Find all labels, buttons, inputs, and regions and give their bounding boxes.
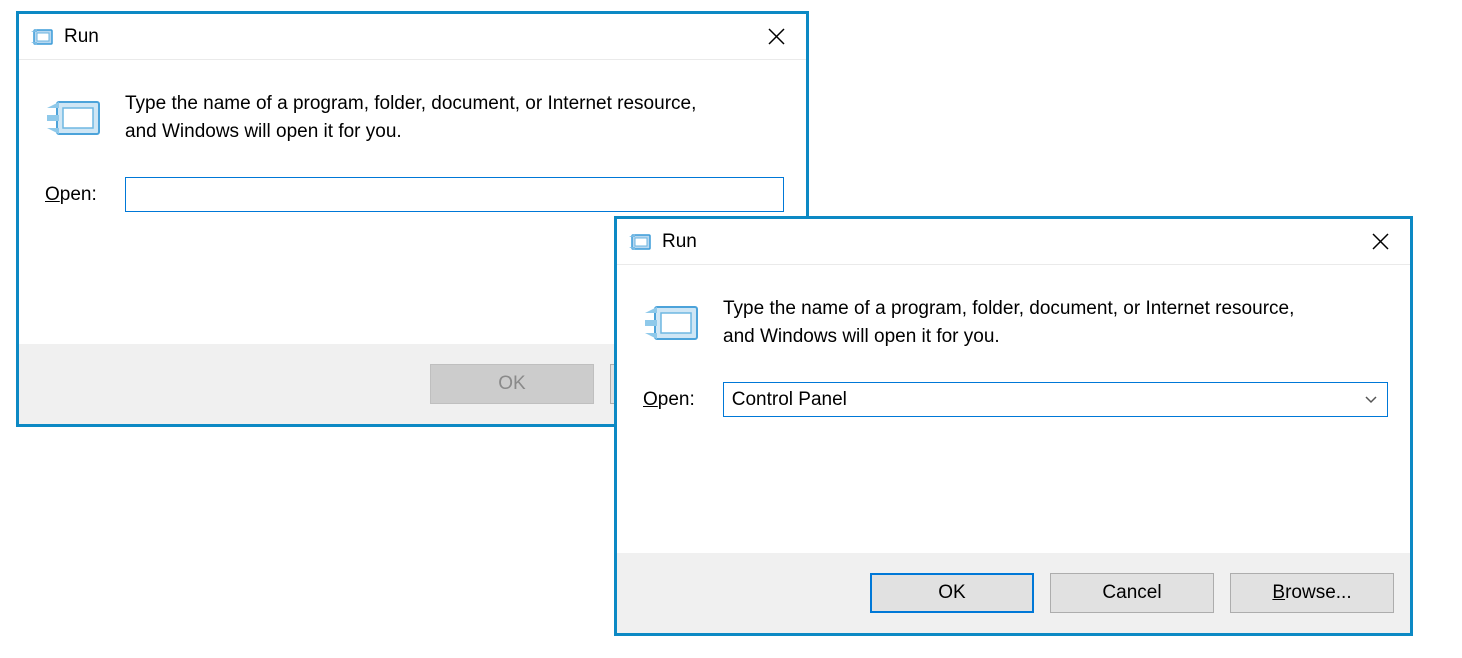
open-combobox[interactable]: Control Panel — [723, 382, 1388, 417]
instruction-text: Type the name of a program, folder, docu… — [723, 295, 1323, 350]
open-value: Control Panel — [732, 389, 1363, 411]
title-text: Run — [64, 26, 756, 48]
close-icon[interactable] — [756, 19, 796, 55]
ok-button[interactable]: OK — [870, 573, 1034, 613]
chevron-down-icon[interactable] — [1363, 392, 1379, 408]
open-label: Open: — [643, 389, 695, 411]
instruction-row: Type the name of a program, folder, docu… — [41, 90, 784, 145]
cancel-button[interactable]: Cancel — [1050, 573, 1214, 613]
run-icon — [31, 27, 54, 47]
run-large-icon — [45, 94, 105, 142]
browse-button[interactable]: Browse... — [1230, 573, 1394, 613]
close-icon[interactable] — [1360, 224, 1400, 260]
title-text: Run — [662, 231, 1360, 253]
run-large-icon — [643, 299, 703, 347]
button-bar: OK Cancel Browse... — [617, 553, 1410, 633]
open-row: Open: Control Panel — [643, 382, 1388, 417]
dialog-body: Type the name of a program, folder, docu… — [617, 265, 1410, 553]
titlebar[interactable]: Run — [617, 219, 1410, 265]
run-dialog-2: Run Type the name of a program, folder, … — [614, 216, 1413, 636]
open-combobox[interactable] — [125, 177, 784, 212]
run-icon — [629, 232, 652, 252]
instruction-row: Type the name of a program, folder, docu… — [639, 295, 1388, 350]
instruction-text: Type the name of a program, folder, docu… — [125, 90, 725, 145]
open-row: Open: — [45, 177, 784, 212]
open-label: Open: — [45, 184, 97, 206]
titlebar[interactable]: Run — [19, 14, 806, 60]
ok-button: OK — [430, 364, 594, 404]
